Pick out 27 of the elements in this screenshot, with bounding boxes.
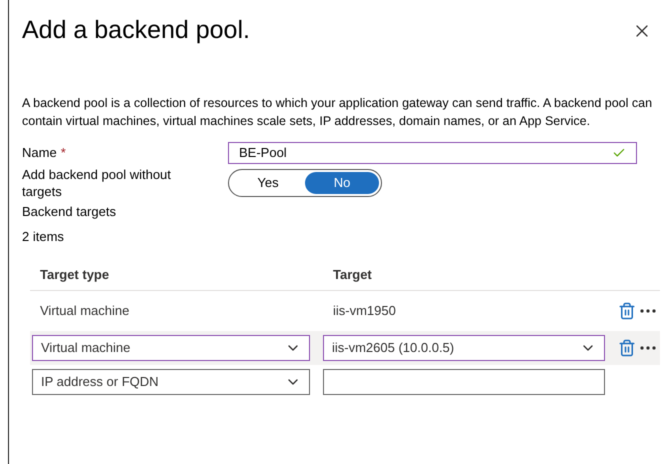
- target-dropdown[interactable]: iis-vm2605 (10.0.0.5): [323, 334, 605, 360]
- toggle-option[interactable]: Yes: [231, 172, 305, 194]
- table-cell-text: Virtual machine: [39, 302, 130, 320]
- table-cell-text: iis-vm1950: [332, 302, 397, 320]
- more-icon: [640, 346, 656, 350]
- toggle-switch[interactable]: Yes No: [228, 168, 382, 196]
- delete-button[interactable]: [618, 338, 636, 356]
- more-icon: [640, 308, 656, 312]
- description: A backend pool is a collection of resources to which your application gateway can send traffic. A backend pool can contain virtual machines, virtual machines scale sets, IP addresses, domain names, or an App Service.: [22, 94, 654, 130]
- required-mark: *: [60, 144, 66, 162]
- name-label: Name: [22, 144, 57, 162]
- toggle-option[interactable]: No: [305, 172, 379, 194]
- section-heading: Backend targets: [22, 202, 117, 221]
- column-header: Target type: [39, 266, 110, 284]
- target-input[interactable]: [323, 368, 605, 394]
- trash-icon: [618, 338, 636, 356]
- type-dropdown[interactable]: Virtual machine: [32, 334, 310, 360]
- more-button[interactable]: [640, 308, 656, 312]
- panel-title: Add a backend pool.: [22, 15, 250, 46]
- toggle-label: Add backend pool without targets: [22, 166, 172, 200]
- more-button[interactable]: [640, 346, 656, 350]
- name-field[interactable]: BE-Pool: [228, 142, 637, 164]
- delete-button[interactable]: [618, 302, 636, 320]
- trash-icon: [618, 302, 636, 320]
- item-count: 2 items: [22, 228, 65, 246]
- type-dropdown[interactable]: IP address or FQDN: [32, 368, 310, 394]
- column-header: Target: [332, 266, 372, 284]
